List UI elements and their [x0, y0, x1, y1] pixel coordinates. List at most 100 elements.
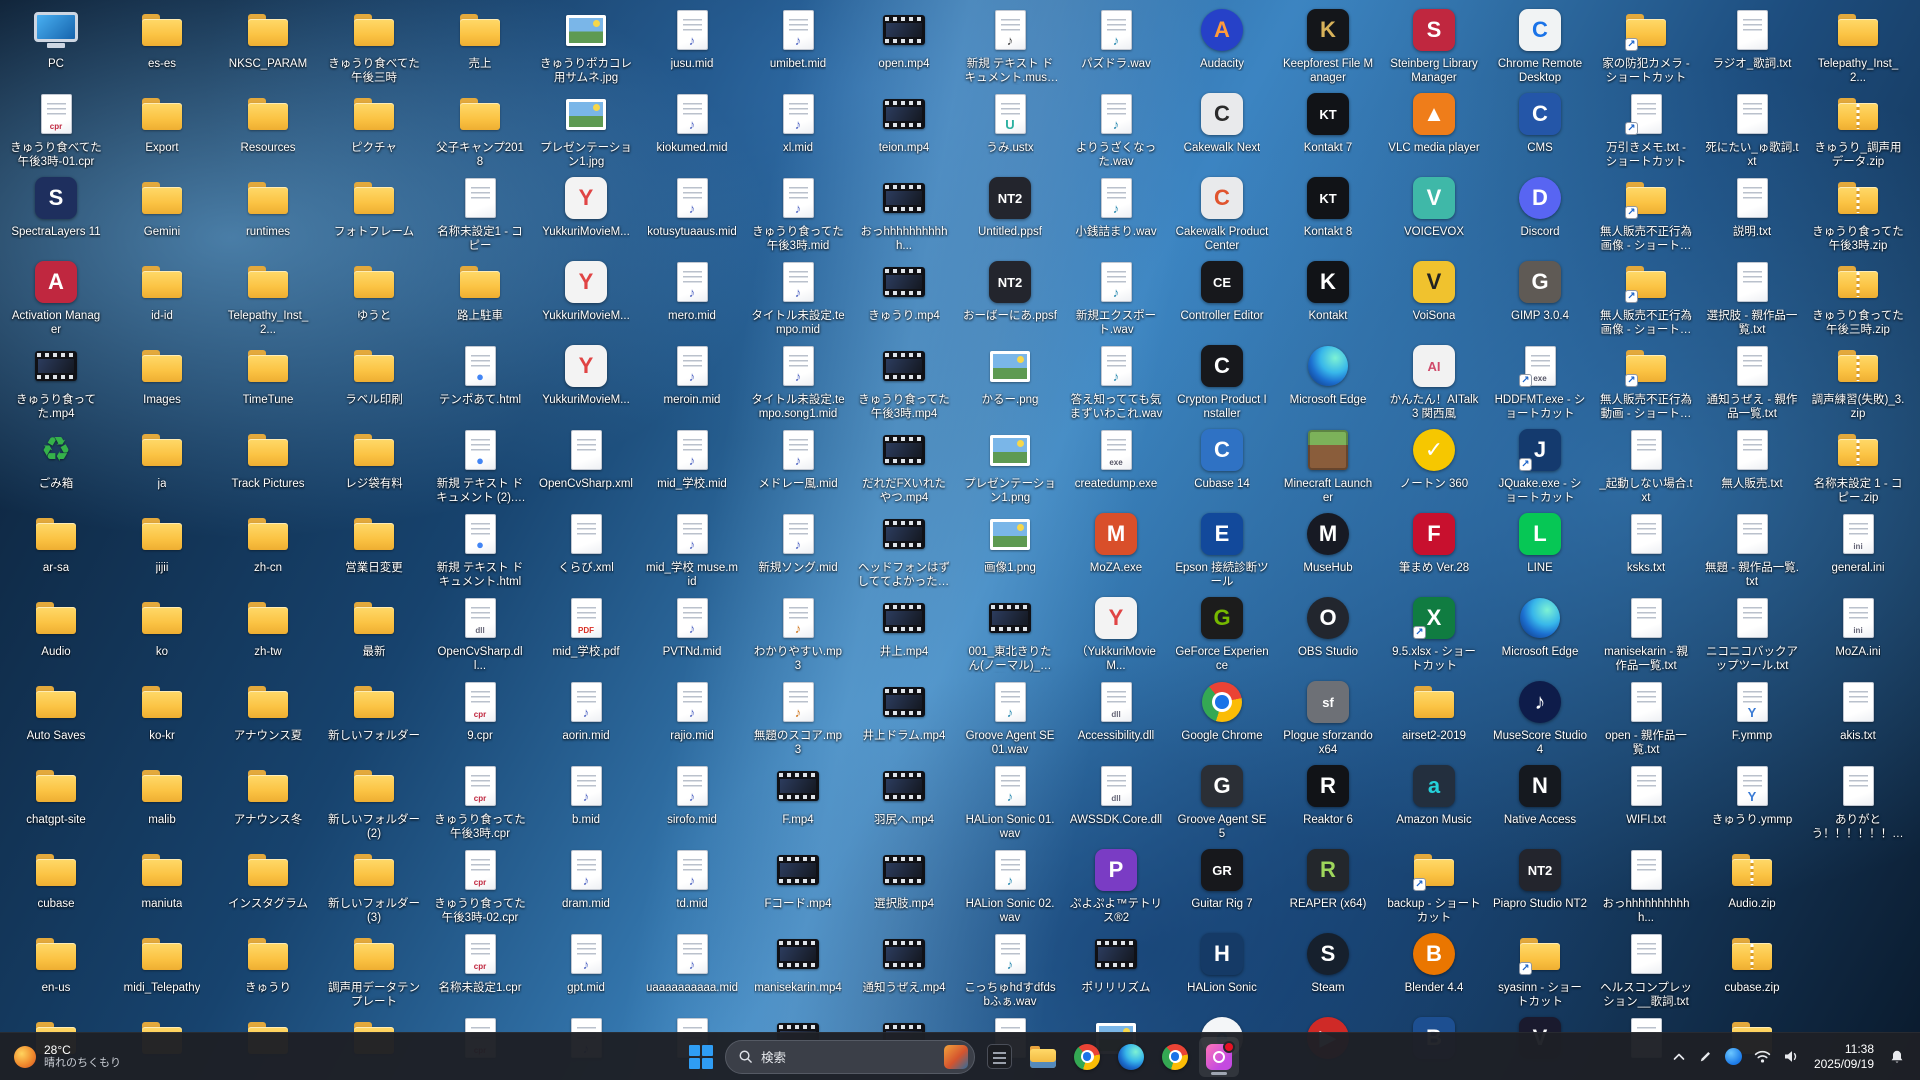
desktop-icon[interactable]: runtimes	[220, 172, 316, 239]
start-button[interactable]	[681, 1037, 721, 1077]
desktop-icon[interactable]: Y（YukkuriMovieM...	[1068, 592, 1164, 673]
desktop-icon[interactable]: ラベル印刷	[326, 340, 422, 407]
desktop-icon[interactable]: ✓ノートン 360	[1386, 424, 1482, 491]
desktop-icon[interactable]: 売上	[432, 4, 528, 71]
tray-volume-icon[interactable]	[1778, 1037, 1804, 1077]
desktop-icon[interactable]: YYukkuriMovieM...	[538, 340, 634, 407]
desktop-icon[interactable]: manisekarin.mp4	[750, 928, 846, 995]
desktop-icon[interactable]: Fコード.mp4	[750, 844, 846, 911]
desktop-icon[interactable]: PDFmid_学校.pdf	[538, 592, 634, 659]
desktop-icon[interactable]: YYukkuriMovieM...	[538, 172, 634, 239]
desktop-icon[interactable]: ありがとう！！！！！！.txt	[1810, 760, 1906, 841]
desktop-icon[interactable]: AActivation Manager	[8, 256, 104, 337]
desktop-icon[interactable]: きゅうり.mp4	[856, 256, 952, 323]
desktop-icon[interactable]: open.mp4	[856, 4, 952, 71]
desktop-icon[interactable]: cubase	[8, 844, 104, 911]
desktop-icon[interactable]: ↗家の防犯カメラ - ショートカット	[1598, 4, 1694, 85]
desktop-icon[interactable]: ♪umibet.mid	[750, 4, 846, 71]
desktop-icon[interactable]: ♪HALion Sonic 02.wav	[962, 844, 1058, 925]
desktop-icon[interactable]: 営業日変更	[326, 508, 422, 575]
taskbar-app-chrome[interactable]	[1067, 1037, 1107, 1077]
desktop-icon[interactable]: フォトフレーム	[326, 172, 422, 239]
desktop-icon[interactable]: 羽尻へ.mp4	[856, 760, 952, 827]
desktop-icon[interactable]: プレゼンテーション1.jpg	[538, 88, 634, 169]
desktop-icon[interactable]: ♪無題のスコア.mp3	[750, 676, 846, 757]
desktop-icon[interactable]: ja	[114, 424, 210, 491]
taskbar-app-edge[interactable]	[1111, 1037, 1151, 1077]
desktop-icon[interactable]: teion.mp4	[856, 88, 952, 155]
desktop-icon[interactable]: おっhhhhhhhhhhh...	[856, 172, 952, 253]
desktop-icon[interactable]: zh-tw	[220, 592, 316, 659]
desktop-icon[interactable]: ↗無人販売不正行為動画 - ショートカット	[1598, 340, 1694, 421]
desktop-icon[interactable]: CCMS	[1492, 88, 1588, 155]
desktop-icon[interactable]: RREAPER (x64)	[1280, 844, 1376, 911]
desktop-icon[interactable]: 選択肢 - 親作品一覧.txt	[1704, 256, 1800, 337]
desktop-icon[interactable]: ♪こっちゅhdすdfdsbふぁ.wav	[962, 928, 1058, 1009]
desktop-icon[interactable]: Pぷよぷよ™テトリス®2	[1068, 844, 1164, 925]
desktop-icon[interactable]: 新しいフォルダー (2)	[326, 760, 422, 841]
desktop-icon[interactable]: Resources	[220, 88, 316, 155]
desktop-icon[interactable]: Yきゅうり.ymmp	[1704, 760, 1800, 827]
desktop-icon[interactable]: inigeneral.ini	[1810, 508, 1906, 575]
desktop-icon[interactable]: NNative Access	[1492, 760, 1588, 827]
desktop-icon[interactable]: ♪タイトル未設定.tempo.mid	[750, 256, 846, 337]
desktop-icon[interactable]: ♪きゅうり食ってた午後3時.mid	[750, 172, 846, 253]
desktop-icon[interactable]: 選択肢.mp4	[856, 844, 952, 911]
desktop-icon[interactable]: KKontakt	[1280, 256, 1376, 323]
taskbar-app-file-explorer[interactable]	[1023, 1037, 1063, 1077]
desktop-icon[interactable]: 通知うぜえ.mp4	[856, 928, 952, 995]
desktop-icon[interactable]: ♪b.mid	[538, 760, 634, 827]
desktop-icon[interactable]: BBlender 4.4	[1386, 928, 1482, 995]
desktop-icon[interactable]: おっhhhhhhhhhhh...	[1598, 844, 1694, 925]
desktop-icon[interactable]: dllOpenCvSharp.dll...	[432, 592, 528, 673]
desktop-icon[interactable]: Auto Saves	[8, 676, 104, 743]
desktop-icon[interactable]: Audio	[8, 592, 104, 659]
desktop-icon[interactable]: CCakewalk Product Center	[1174, 172, 1270, 253]
desktop-icon[interactable]: EEpson 接続診断ツール	[1174, 508, 1270, 589]
desktop-icon[interactable]: manisekarin - 親作品一覧.txt	[1598, 592, 1694, 673]
desktop-icon[interactable]: GGroove Agent SE 5	[1174, 760, 1270, 841]
desktop-icon[interactable]: ●新規 テキスト ドキュメント.html	[432, 508, 528, 589]
desktop-icon[interactable]: ♪uaaaaaaaaaa.mid	[644, 928, 740, 995]
desktop-icon[interactable]: cprきゅうり食べてた午後3時-01.cpr	[8, 88, 104, 169]
desktop-icon[interactable]: CCubase 14	[1174, 424, 1270, 491]
desktop-icon[interactable]: ♪mid_学校.mid	[644, 424, 740, 491]
desktop-icon[interactable]: chatgpt-site	[8, 760, 104, 827]
desktop-icon[interactable]: ♪td.mid	[644, 844, 740, 911]
desktop-icon[interactable]: en-us	[8, 928, 104, 995]
desktop-icon[interactable]: Telepathy_Inst_2...	[1810, 4, 1906, 85]
desktop-icon[interactable]: Microsoft Edge	[1492, 592, 1588, 659]
desktop-icon[interactable]: WIFI.txt	[1598, 760, 1694, 827]
desktop-icon[interactable]: SSteam	[1280, 928, 1376, 995]
desktop-icon[interactable]: 死にたい_ゅ歌詞.txt	[1704, 88, 1800, 169]
desktop-icon[interactable]: ♪meroin.mid	[644, 340, 740, 407]
desktop-icon[interactable]: ko-kr	[114, 676, 210, 743]
desktop-icon[interactable]: CChrome Remote Desktop	[1492, 4, 1588, 85]
desktop-icon[interactable]: ポリリリズム	[1068, 928, 1164, 995]
desktop-icon[interactable]: Images	[114, 340, 210, 407]
desktop-icon[interactable]: iniMoZA.ini	[1810, 592, 1906, 659]
desktop-icon[interactable]: ●テンポあて.html	[432, 340, 528, 407]
desktop-icon[interactable]: ♪sirofo.mid	[644, 760, 740, 827]
desktop-icon[interactable]: レジ袋有料	[326, 424, 422, 491]
desktop-icon[interactable]: ♪小銭詰まり.wav	[1068, 172, 1164, 239]
desktop-icon[interactable]: CEController Editor	[1174, 256, 1270, 323]
desktop-icon[interactable]: 路上駐車	[432, 256, 528, 323]
desktop-icon[interactable]: F.mp4	[750, 760, 846, 827]
desktop-icon[interactable]: midi_Telepathy	[114, 928, 210, 995]
taskbar-app-window[interactable]	[979, 1037, 1019, 1077]
desktop-icon[interactable]: きゅうり食ってた.mp4	[8, 340, 104, 421]
desktop-icon[interactable]: ♪gpt.mid	[538, 928, 634, 995]
desktop-icon[interactable]: ♪jusu.mid	[644, 4, 740, 71]
desktop-icon[interactable]: ♪HALion Sonic 01.wav	[962, 760, 1058, 841]
desktop-icon[interactable]: 通知うぜえ - 親作品一覧.txt	[1704, 340, 1800, 421]
desktop-icon[interactable]: Minecraft Launcher	[1280, 424, 1376, 505]
desktop-icon[interactable]: だれだFXいれたやつ.mp4	[856, 424, 952, 505]
desktop-icon[interactable]: Google Chrome	[1174, 676, 1270, 743]
desktop-icon[interactable]: ♪xl.mid	[750, 88, 846, 155]
desktop-icon[interactable]: ♪わかりやすい.mp3	[750, 592, 846, 673]
desktop-icon[interactable]: GGIMP 3.0.4	[1492, 256, 1588, 323]
desktop-icon[interactable]: きゅうり食ってた午後3時.zip	[1810, 172, 1906, 253]
desktop-icon[interactable]: malib	[114, 760, 210, 827]
desktop-icon[interactable]: VVOICEVOX	[1386, 172, 1482, 239]
